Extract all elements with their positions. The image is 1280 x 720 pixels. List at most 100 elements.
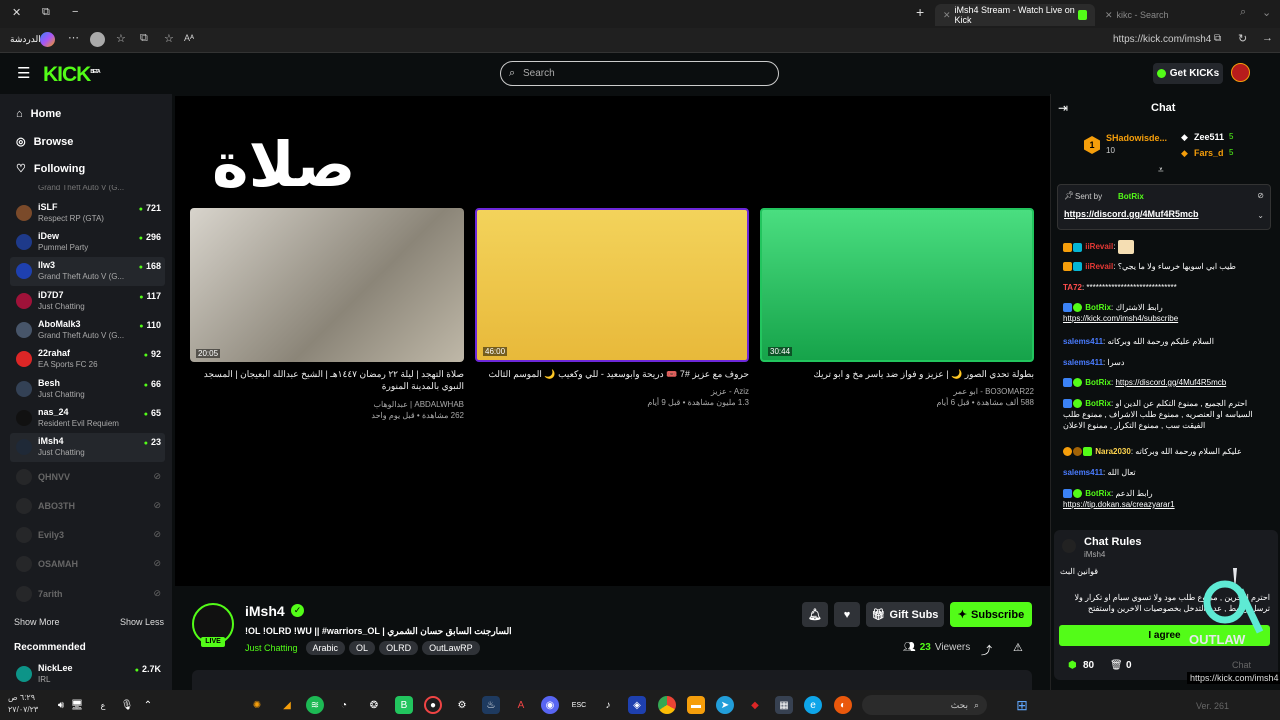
- recommended-channel[interactable]: NickLee IRL 2.7K: [10, 660, 165, 689]
- telegram-icon[interactable]: ➤: [716, 696, 734, 714]
- chat-link[interactable]: https://kick.com/imsh4/subscribe: [1063, 314, 1178, 323]
- clock-time[interactable]: ٦:٢٩ ص: [8, 693, 35, 702]
- chat-link[interactable]: https://discord.gg/4Muf4R5mcb: [1115, 378, 1226, 387]
- app-icon[interactable]: ✺: [248, 696, 266, 714]
- offline-channel[interactable]: QHNVV ⊘: [10, 463, 165, 492]
- windows-start-icon[interactable]: ⊞: [1013, 696, 1031, 714]
- app-icon[interactable]: ◐: [834, 696, 852, 714]
- url-field[interactable]: https://kick.com/imsh4: [1113, 34, 1211, 45]
- pinned-link[interactable]: https://discord.gg/4Muf4R5mcb: [1064, 209, 1199, 219]
- language-icon[interactable]: ع: [94, 696, 112, 714]
- obs-icon[interactable]: ●: [424, 696, 442, 714]
- tab-menu-icon[interactable]: ⌄: [1262, 6, 1271, 19]
- top-gifter-name[interactable]: SHadowisde...: [1106, 133, 1167, 143]
- minimize-window-icon[interactable]: −: [72, 6, 78, 18]
- following-channel[interactable]: 22rahaf EA Sports FC 26 92: [10, 345, 165, 374]
- user-avatar[interactable]: [1231, 63, 1250, 82]
- file-explorer-icon[interactable]: ▬: [687, 696, 705, 714]
- offline-channel[interactable]: 7arith ⊘: [10, 580, 165, 609]
- profile-icon[interactable]: [90, 32, 105, 47]
- add-favorite-icon[interactable]: ☆: [164, 32, 174, 45]
- sidebar-label[interactable]: الدردشة: [10, 34, 41, 45]
- gift-subs-button[interactable]: 🎁︎ Gift Subs: [866, 602, 944, 627]
- trash-icon[interactable]: 🗑︎: [1110, 660, 1123, 671]
- tag[interactable]: OutLawRP: [422, 641, 480, 655]
- chat-username[interactable]: salems411: [1063, 337, 1103, 346]
- chat-username[interactable]: BotRix: [1085, 378, 1111, 387]
- restore-window-icon[interactable]: ⧉: [42, 6, 50, 19]
- chat-link[interactable]: https://tip.dokan.sa/creazyarar1: [1063, 500, 1175, 509]
- show-less-button[interactable]: Show Less: [120, 617, 164, 627]
- chat-username[interactable]: iiRevail: [1085, 262, 1113, 271]
- subscribe-button[interactable]: ✦ Subscribe: [950, 602, 1032, 627]
- following-channel[interactable]: nas_24 Resident Evil Requiem 65: [10, 404, 165, 433]
- following-channel[interactable]: iSLF Respect RP (GTA) 721: [10, 199, 165, 228]
- more-icon[interactable]: ⋯: [68, 31, 79, 44]
- forward-icon[interactable]: →: [1262, 32, 1273, 44]
- tray-expand-icon[interactable]: ⌃: [139, 696, 157, 714]
- chat-username[interactable]: BotRix: [1085, 489, 1111, 498]
- steam-icon[interactable]: ♨: [482, 696, 500, 714]
- network-icon[interactable]: 🖥︎: [68, 696, 86, 714]
- video-title[interactable]: حروف مع عزيز #7 🎟️ دريحة وابوسعيد - للي …: [475, 368, 749, 380]
- following-channel[interactable]: AboMalk3 Grand Theft Auto V (G... 110: [10, 316, 165, 345]
- new-tab-icon[interactable]: +: [916, 4, 924, 20]
- offline-channel[interactable]: OSAMAH ⊘: [10, 550, 165, 579]
- chat-username[interactable]: salems411: [1063, 358, 1103, 367]
- spotify-icon[interactable]: ≋: [306, 696, 324, 714]
- nav-home[interactable]: ⌂ Home: [16, 108, 61, 120]
- tab-close-icon[interactable]: ✕: [1105, 10, 1113, 21]
- following-channel[interactable]: iDew Pummel Party 296: [10, 228, 165, 257]
- menu-icon[interactable]: ☰: [17, 64, 30, 82]
- app-icon[interactable]: A: [512, 696, 530, 714]
- tiktok-icon[interactable]: ♪: [599, 696, 617, 714]
- chat-username[interactable]: BotRix: [1085, 303, 1111, 312]
- following-channel[interactable]: llw3 Grand Theft Auto V (G... 168: [10, 257, 165, 286]
- copilot-icon[interactable]: [40, 32, 55, 47]
- video-thumbnail[interactable]: 20:05: [190, 208, 464, 362]
- tag[interactable]: OL: [349, 641, 376, 655]
- gifter-name[interactable]: Zee511: [1194, 132, 1224, 142]
- send-chat-button[interactable]: Chat: [1232, 660, 1251, 670]
- gifter-name[interactable]: Fars_d: [1194, 148, 1224, 158]
- tab-close-icon[interactable]: ✕: [943, 10, 951, 21]
- share-icon[interactable]: ⤴: [981, 642, 992, 658]
- notification-button[interactable]: 🔔︎: [802, 602, 828, 627]
- show-more-button[interactable]: Show More: [14, 617, 60, 627]
- mic-icon[interactable]: 🎙︎: [118, 696, 136, 714]
- chatgpt-icon[interactable]: ❂: [365, 696, 383, 714]
- taskbar-search[interactable]: بحث ⌕: [862, 695, 987, 715]
- expand-pinned-icon[interactable]: ⌄: [1257, 211, 1264, 220]
- discord-icon[interactable]: ◉: [541, 696, 559, 714]
- agree-button[interactable]: I agree: [1059, 625, 1270, 646]
- pinned-by-user[interactable]: BotRix: [1118, 192, 1144, 201]
- edge-icon[interactable]: e: [804, 696, 822, 714]
- search-input[interactable]: ⌕ Search: [500, 61, 779, 86]
- offline-channel[interactable]: ABO3TH ⊘: [10, 492, 165, 521]
- app-icon[interactable]: ◆: [746, 696, 764, 714]
- settings-icon[interactable]: ⚙: [453, 696, 471, 714]
- app-icon[interactable]: ◈: [628, 696, 646, 714]
- unpin-icon[interactable]: ⊘: [1257, 191, 1264, 200]
- read-aloud-icon[interactable]: Aᴬ: [184, 33, 194, 43]
- chat-username[interactable]: salems411: [1063, 468, 1103, 477]
- get-kicks-button[interactable]: Get KICKs: [1153, 63, 1223, 84]
- tag[interactable]: Arabic: [305, 641, 346, 655]
- tag[interactable]: OLRD: [379, 641, 419, 655]
- nav-following[interactable]: ♡ Following: [16, 162, 85, 176]
- chat-username[interactable]: iiRevail: [1085, 242, 1113, 251]
- app-icon[interactable]: ▦: [775, 696, 793, 714]
- chrome-icon[interactable]: [658, 696, 676, 714]
- browser-tab[interactable]: ✕ kikc - Search: [1097, 4, 1237, 26]
- stream-category[interactable]: Just Chatting: [245, 643, 298, 653]
- clock-date[interactable]: ٢٧/٠٧/٢٣: [8, 705, 38, 714]
- follow-button[interactable]: ♥: [834, 602, 860, 627]
- browser-tab-active[interactable]: ✕ iMsh4 Stream - Watch Live on Kick: [935, 4, 1095, 26]
- following-channel[interactable]: iD7D7 Just Chatting 117: [10, 287, 165, 316]
- collections-icon[interactable]: ⧉: [140, 32, 148, 45]
- collapse-chat-icon[interactable]: ⇥: [1058, 101, 1068, 115]
- report-icon[interactable]: ⚠: [1013, 641, 1023, 654]
- speedometer-icon[interactable]: ◔: [335, 696, 353, 714]
- nav-browse[interactable]: ◎ Browse: [16, 135, 73, 149]
- video-title[interactable]: صلاة التهجد | ليلة ٢٢ رمضان ١٤٤٧هـ | الش…: [190, 368, 464, 392]
